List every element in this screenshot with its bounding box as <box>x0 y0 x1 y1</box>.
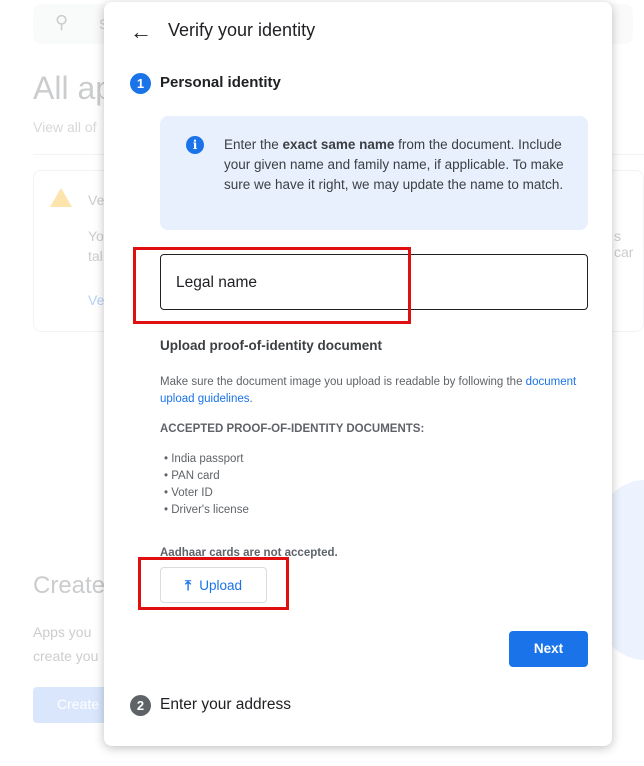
create-text: Apps you <box>33 624 92 640</box>
create-title: Create <box>33 572 106 599</box>
page-title: All ap <box>33 70 114 106</box>
create-text: create you <box>33 648 99 664</box>
verify-identity-dialog: ← Verify your identity 1 Personal identi… <box>104 2 612 746</box>
highlight-box <box>133 247 411 324</box>
dialog-title: Verify your identity <box>168 20 316 40</box>
step-1-label: Personal identity <box>160 74 281 91</box>
info-icon: i <box>186 136 204 154</box>
step-1-badge: 1 <box>130 73 151 94</box>
step-2-badge: 2 <box>130 695 151 716</box>
list-item: Driver's license <box>164 502 249 519</box>
list-item: Voter ID <box>164 485 249 502</box>
next-button[interactable]: Next <box>509 631 588 667</box>
info-text: Enter the exact same name from the docum… <box>224 137 564 192</box>
card-title: Ve <box>88 192 105 208</box>
search-icon: ⚲ <box>55 12 69 32</box>
highlight-box <box>138 557 289 610</box>
list-item: PAN card <box>164 468 249 485</box>
upload-description: Make sure the document image you upload … <box>160 376 577 405</box>
accepted-documents-list: India passport PAN card Voter ID Driver'… <box>164 451 249 519</box>
card-text: Yo <box>88 228 104 244</box>
info-banner: i Enter the exact same name from the doc… <box>160 116 588 230</box>
page-subtitle: View all of <box>33 119 97 135</box>
card-text: tal <box>88 248 103 264</box>
warning-icon <box>50 188 72 207</box>
upload-heading: Upload proof-of-identity document <box>160 338 382 353</box>
list-item: India passport <box>164 451 249 468</box>
accepted-heading: ACCEPTED PROOF-OF-IDENTITY DOCUMENTS: <box>160 423 425 435</box>
card-link: Ve <box>88 292 105 308</box>
card-text: s car <box>614 228 634 260</box>
step-2-label[interactable]: Enter your address <box>160 696 291 714</box>
back-arrow-icon[interactable]: ← <box>130 19 152 45</box>
